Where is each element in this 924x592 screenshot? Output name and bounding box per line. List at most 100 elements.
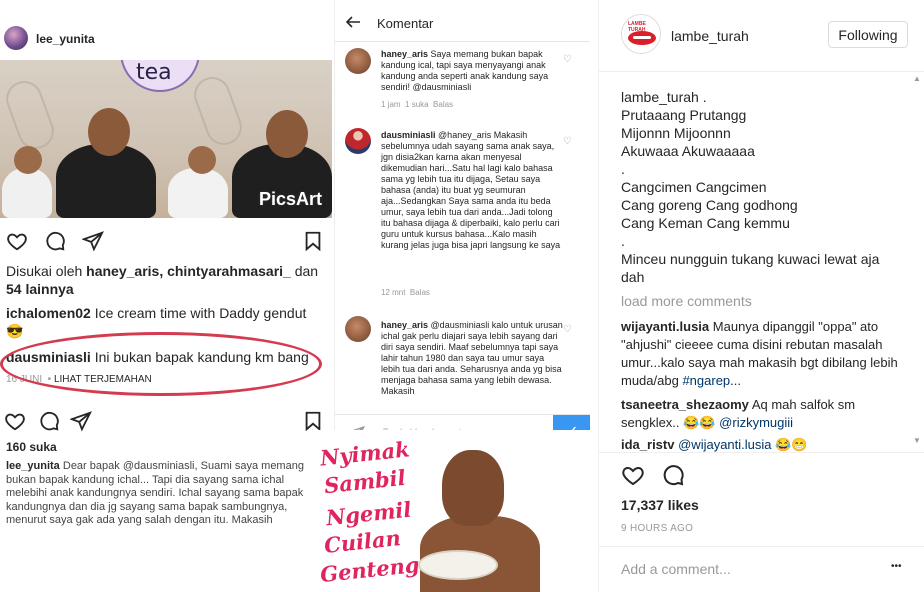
avatar[interactable]: [4, 26, 28, 50]
comment-icon[interactable]: [38, 410, 60, 432]
liked-by-users[interactable]: haney_aris, chintyarahmasari_: [86, 263, 291, 279]
username[interactable]: lee_yunita: [36, 32, 95, 46]
heart-icon[interactable]: [6, 230, 28, 252]
liked-by-prefix: Disukai oleh: [6, 263, 83, 279]
comment-mention[interactable]: @dausminiasli: [431, 320, 490, 330]
liked-by-suffix: dan: [294, 263, 319, 279]
comments-header: Komentar: [335, 0, 590, 42]
comment-time: 12 mnt: [381, 288, 406, 297]
scroll-down-icon[interactable]: ▼: [913, 436, 921, 445]
comment-likes[interactable]: 1 suka: [405, 100, 429, 109]
comment: tsaneetra_shezaomy Aq mah salfok sm seng…: [621, 396, 911, 432]
heart-icon[interactable]: [4, 410, 26, 432]
left-post-screenshot: lee_yunita tea PicsArt Disukai oleh hane…: [0, 0, 332, 592]
scroll-up-icon[interactable]: ▲: [913, 74, 921, 83]
likes-count[interactable]: 17,337 likes: [621, 497, 699, 513]
liked-by-more[interactable]: 54 lainnya: [6, 281, 74, 297]
post-header: LAMBE TURAH lambe_turah Following: [599, 0, 924, 72]
comment-user[interactable]: haney_aris: [381, 49, 428, 59]
caption-line: Minceu nungguin tukang kuwaci lewat aja …: [621, 251, 880, 285]
comment-user[interactable]: wijayanti.lusia: [621, 319, 709, 334]
bookmark-icon[interactable]: [302, 410, 324, 432]
comment-icon[interactable]: [44, 230, 66, 252]
comment-mention[interactable]: @haney_aris: [438, 130, 491, 140]
instagram-post-panel: LAMBE TURAH lambe_turah Following lambe_…: [598, 0, 924, 592]
back-arrow-icon[interactable]: [345, 14, 361, 30]
man-right-head: [266, 110, 308, 158]
comment-user[interactable]: haney_aris: [381, 320, 428, 330]
comments-scrollbar[interactable]: ▲ ▼: [911, 72, 921, 452]
wall-doodle: [189, 71, 247, 151]
caption-line: Akuwaaa Akuwaaaaa: [621, 143, 755, 159]
comment-user[interactable]: tsaneetra_shezaomy: [621, 397, 749, 412]
child-right-head: [188, 146, 216, 174]
reply-comment: lee_yunita Dear bapak @dausminiasli, Sua…: [6, 460, 326, 528]
caption-text: Ice cream time with Daddy gendut: [94, 305, 307, 321]
left-post-header: lee_yunita: [0, 20, 332, 60]
comment-emoji: 😂😂: [683, 415, 716, 430]
comments-title: Komentar: [377, 16, 434, 31]
heart-icon[interactable]: ♡: [563, 136, 572, 147]
reply-mention[interactable]: @dausminiasli: [123, 460, 195, 472]
heart-icon[interactable]: ♡: [563, 324, 572, 335]
bookmark-icon[interactable]: [302, 230, 324, 252]
liked-by-text: Disukai oleh haney_aris, chintyarahmasar…: [6, 262, 326, 298]
wall-doodle: [1, 75, 59, 155]
avatar[interactable]: [345, 316, 371, 342]
picsart-watermark: PicsArt: [258, 189, 322, 209]
hashtag[interactable]: #ngarep: [682, 373, 730, 388]
caption-line: Cang goreng Cang godhong: [621, 197, 798, 213]
meme-sticker: Nyimak Sambil Ngemil Cuilan Genteng: [312, 430, 598, 592]
comment-mention[interactable]: @dausminiasli: [413, 82, 472, 92]
post-photo[interactable]: tea PicsArt: [0, 60, 332, 218]
caption-line: lambe_turah .: [621, 89, 707, 105]
reply-user[interactable]: lee_yunita: [6, 460, 60, 472]
caption-emoji: 😎: [6, 323, 24, 339]
reply-link[interactable]: Balas: [410, 288, 430, 297]
comment-meta: 12 mnt Balas: [381, 288, 430, 297]
share-icon[interactable]: [70, 410, 92, 432]
following-button[interactable]: Following: [828, 21, 908, 48]
comment: haney_aris Saya memang bukan bapak kandu…: [381, 49, 563, 93]
comment-mention[interactable]: @wijayanti.lusia: [678, 437, 771, 452]
lips-icon: [628, 31, 656, 45]
comment-user[interactable]: dausminiasli: [381, 130, 436, 140]
meme-plate: [418, 550, 498, 580]
reply-text-a: Dear bapak: [62, 460, 120, 472]
comment-icon[interactable]: [661, 463, 685, 487]
likes-count: 160 suka: [6, 438, 57, 456]
child-left: [2, 168, 52, 218]
comment-text: kalo untuk urusan ichal gak perlu diajar…: [381, 320, 563, 396]
caption-line: .: [621, 233, 625, 249]
account-logo[interactable]: LAMBE TURAH: [621, 14, 661, 54]
comment: dausminiasli @haney_aris Makasih sebelum…: [381, 130, 563, 251]
caption-line: Cangcimen Cangcimen: [621, 179, 767, 195]
comment-time: 1 jam: [381, 100, 401, 109]
child-left-head: [14, 146, 42, 174]
avatar[interactable]: [345, 128, 371, 154]
comment: haney_aris @dausminiasli kalo untuk urus…: [381, 320, 563, 397]
comment-tail: ...: [730, 373, 742, 388]
comment-mention[interactable]: @rizkymugiii: [719, 415, 793, 430]
comments-screenshot: Komentar haney_aris Saya memang bukan ba…: [334, 0, 590, 454]
caption-line: .: [621, 161, 625, 177]
add-comment-input[interactable]: Add a comment...: [621, 561, 731, 577]
reply-link[interactable]: Balas: [433, 100, 453, 109]
avatar[interactable]: [345, 48, 371, 74]
post-actions: [0, 228, 332, 254]
comment: ida_ristv @wijayanti.lusia 😂😁: [621, 436, 911, 452]
likes-count-text: 160 suka: [6, 440, 57, 454]
comment-user[interactable]: ida_ristv: [621, 437, 674, 452]
more-options-icon[interactable]: •••: [891, 561, 902, 572]
caption-line: Prutaaang Prutangg: [621, 107, 747, 123]
share-icon[interactable]: [82, 230, 104, 252]
load-more-comments[interactable]: load more comments: [621, 293, 752, 309]
post-actions-2: [0, 408, 332, 434]
heart-icon[interactable]: [621, 463, 645, 487]
account-username[interactable]: lambe_turah: [671, 28, 749, 44]
add-comment-bar: Add a comment... •••: [599, 546, 924, 592]
comment-emoji: 😂😁: [775, 437, 808, 452]
caption-user[interactable]: ichalomen02: [6, 305, 91, 321]
heart-icon[interactable]: ♡: [563, 54, 572, 65]
post-actions: 17,337 likes 9 HOURS AGO: [599, 452, 924, 542]
